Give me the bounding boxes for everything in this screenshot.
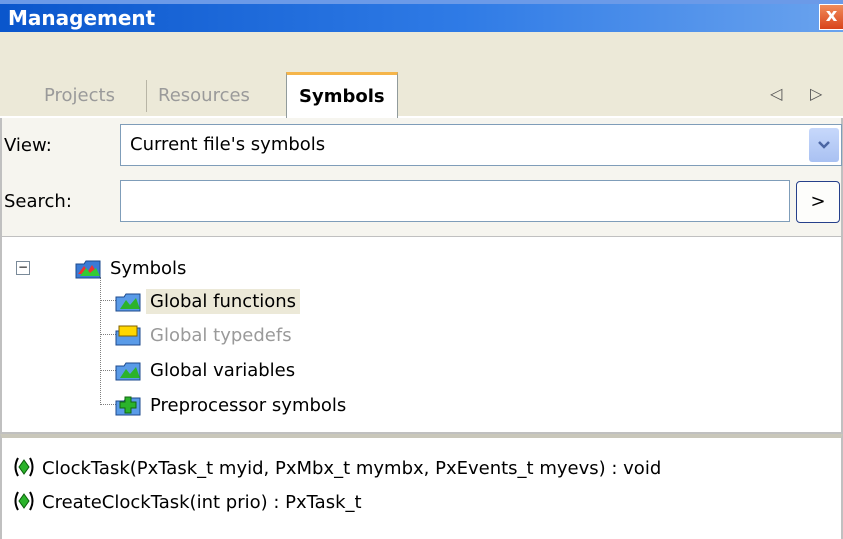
tree-item-label: Global functions — [146, 288, 301, 314]
typedefs-folder-icon — [114, 323, 142, 347]
tab-strip: Projects Resources Symbols ◁ ▷ — [0, 32, 843, 118]
symbol-signature: ClockTask(PxTask_t myid, PxMbx_t mymbx, … — [42, 457, 662, 479]
search-input[interactable] — [120, 180, 790, 222]
tab-resources[interactable]: Resources — [152, 80, 256, 114]
tree-item-preprocessor-symbols[interactable]: Preprocessor symbols — [114, 388, 350, 422]
tab-prev-icon[interactable]: ◁ — [770, 84, 782, 103]
tree-item-global-variables[interactable]: Global variables — [114, 353, 299, 387]
filter-panel: View: Current file's symbols Search: > — [0, 118, 843, 236]
chevron-down-icon[interactable] — [809, 128, 839, 162]
tree-item-label: Global variables — [150, 359, 296, 381]
search-label: Search: — [4, 191, 72, 212]
tree-root-label: Symbols — [110, 257, 187, 279]
collapse-toggle-icon[interactable]: − — [16, 261, 30, 275]
function-icon — [12, 490, 38, 514]
tab-projects[interactable]: Projects — [38, 80, 121, 114]
list-item[interactable]: ClockTask(PxTask_t myid, PxMbx_t mymbx, … — [12, 452, 661, 484]
variables-folder-icon — [114, 358, 142, 382]
view-label: View: — [4, 135, 52, 156]
tree-item-label: Global typedefs — [150, 324, 292, 346]
symbol-signature: CreateClockTask(int prio) : PxTask_t — [42, 491, 362, 513]
symbols-folder-icon — [74, 256, 102, 280]
symbol-list: ClockTask(PxTask_t myid, PxMbx_t mymbx, … — [0, 434, 843, 539]
view-select[interactable]: Current file's symbols — [120, 124, 842, 166]
window-title: Management — [8, 6, 156, 30]
tree-guide-line — [100, 277, 101, 403]
preprocessor-folder-icon — [114, 393, 142, 417]
view-select-value: Current file's symbols — [130, 134, 326, 155]
list-item[interactable]: CreateClockTask(int prio) : PxTask_t — [12, 486, 362, 518]
title-bar: Management x — [0, 0, 843, 32]
functions-folder-icon — [114, 289, 142, 313]
tab-divider — [146, 80, 147, 112]
tree-root-symbols[interactable]: Symbols — [74, 251, 190, 285]
close-icon: x — [825, 5, 838, 26]
tree-item-label: Preprocessor symbols — [150, 394, 347, 416]
tab-symbols[interactable]: Symbols — [286, 72, 398, 118]
function-icon — [12, 456, 38, 480]
search-go-button[interactable]: > — [796, 181, 840, 223]
symbol-tree: − Symbols Global functions Global typede… — [0, 236, 843, 434]
tab-next-icon[interactable]: ▷ — [810, 84, 822, 103]
close-button[interactable]: x — [819, 4, 843, 30]
tree-item-global-functions[interactable]: Global functions — [114, 284, 301, 318]
tree-item-global-typedefs[interactable]: Global typedefs — [114, 318, 296, 352]
